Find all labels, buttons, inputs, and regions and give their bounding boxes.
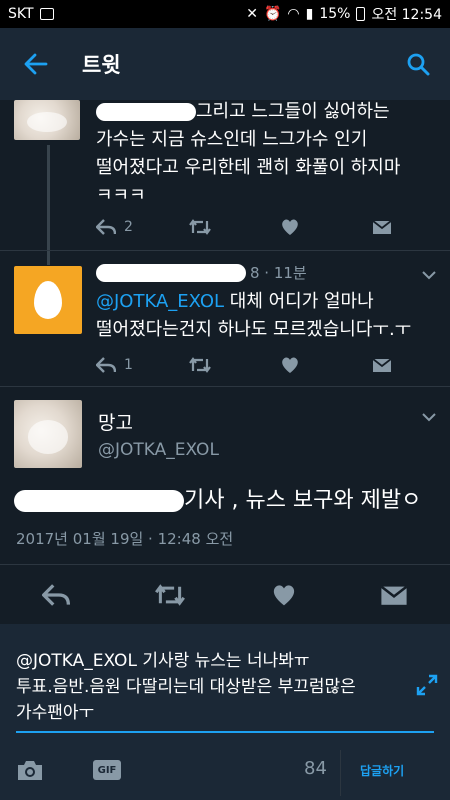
camera-icon[interactable] [16, 758, 44, 782]
search-icon[interactable] [386, 28, 450, 100]
avatar[interactable] [14, 400, 82, 468]
tweet-text: @JOTKA_EXOL 대체 어디가 얼마나 떨어졌다는건지 하나도 모르겠습니… [96, 291, 412, 340]
carrier-label: SKT [8, 6, 34, 22]
reply-button[interactable]: 2 [96, 219, 188, 235]
reply-icon [96, 219, 116, 235]
app-bar: 트윗 [0, 28, 450, 100]
avatar[interactable] [14, 100, 80, 140]
battery-level: 15% [319, 6, 351, 22]
tweet-text: 그리고 느그들이 싫어하는 가수는 지금 슈스인데 느그가수 인기 떨어졌다고 … [96, 101, 401, 206]
battery-icon [356, 7, 366, 21]
dm-button[interactable] [372, 219, 450, 235]
heart-icon [282, 357, 298, 373]
reply-input[interactable]: @JOTKA_EXOL 기사랑 뉴스는 너나봐ㅠ 투표.음반.음원 다딸리는데 … [16, 648, 406, 726]
chevron-down-icon[interactable] [422, 270, 436, 280]
redaction-mark [96, 263, 246, 282]
reply-icon [96, 357, 116, 373]
divider [340, 750, 341, 796]
envelope-icon[interactable] [380, 583, 408, 607]
wifi-icon: ◠ [287, 6, 300, 22]
envelope-icon [372, 220, 392, 234]
tweet-meta: 8 · 11분 [250, 264, 307, 282]
retweet-button[interactable] [188, 219, 280, 235]
author-handle[interactable]: @JOTKA_EXOL [98, 440, 219, 460]
divider [0, 564, 450, 565]
like-button[interactable] [280, 218, 372, 236]
gallery-notification-icon [39, 8, 54, 20]
heart-icon[interactable] [271, 583, 297, 607]
envelope-icon [372, 358, 392, 372]
reply-button[interactable]: 1 [96, 357, 188, 373]
char-count: 84 [304, 758, 327, 779]
gif-button[interactable]: GIF [93, 760, 121, 780]
input-underline [16, 731, 434, 733]
reply-icon[interactable] [41, 584, 70, 606]
divider [0, 250, 450, 251]
redaction-mark [96, 103, 196, 121]
back-arrow-icon[interactable] [0, 28, 72, 100]
reply-composer: @JOTKA_EXOL 기사랑 뉴스는 너나봐ㅠ 투표.음반.음원 다딸리는데 … [0, 624, 450, 800]
redaction-mark [14, 490, 184, 512]
status-time: 오전 12:54 [371, 7, 442, 23]
avatar-default-egg[interactable] [14, 266, 82, 334]
tweet-actions [0, 570, 450, 620]
retweet-icon[interactable] [153, 584, 187, 606]
tweet-header: 8 · 11분 [96, 262, 307, 283]
tweet-actions: 1 [96, 356, 450, 374]
tweet-actions: 2 [96, 218, 450, 236]
retweet-icon [189, 219, 211, 235]
mention-link[interactable]: @JOTKA_EXOL [96, 291, 224, 312]
status-bar: SKT ✕ ⏰ ◠ ▮ 15% 오전 12:54 [0, 0, 450, 28]
divider [0, 386, 450, 387]
chevron-down-icon[interactable] [422, 412, 436, 422]
retweet-button[interactable] [188, 357, 280, 373]
expand-icon[interactable] [416, 674, 438, 696]
heart-icon [282, 219, 298, 235]
reply-submit-button[interactable]: 답글하기 [360, 762, 404, 779]
mute-icon: ✕ [246, 6, 258, 22]
page-title: 트윗 [82, 53, 121, 77]
dm-button[interactable] [372, 357, 450, 373]
alarm-icon: ⏰ [263, 6, 282, 22]
tweet-timestamp: 2017년 01월 19일 · 12:48 오전 [16, 530, 234, 548]
composer-toolbar: GIF 84 답글하기 [0, 750, 450, 800]
reply-count: 1 [124, 357, 133, 373]
tweet-text: 기사 , 뉴스 보구와 제발ㅇ [14, 484, 444, 518]
egg-icon [34, 281, 62, 319]
signal-icon: ▮ [305, 6, 314, 22]
reply-count: 2 [124, 219, 133, 235]
author-name[interactable]: 망고 [98, 408, 133, 435]
like-button[interactable] [280, 356, 372, 374]
retweet-icon [189, 357, 211, 373]
